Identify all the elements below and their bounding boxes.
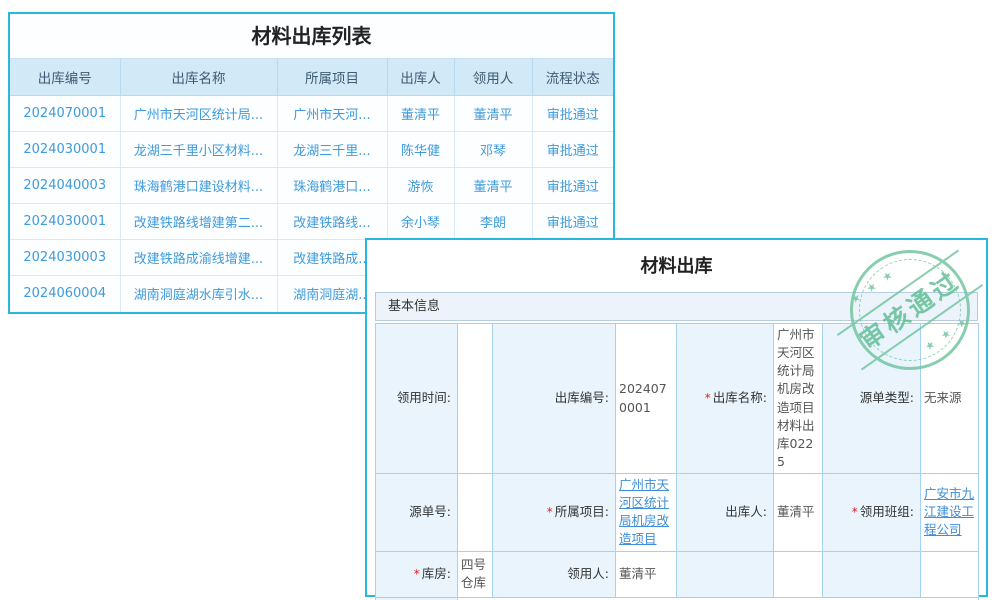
table-row[interactable]: 2024070001 广州市天河区统计局... 广州市天河... 董清平 董清平… [10,96,613,132]
detail-title: 材料出库 [375,240,978,292]
label-issuer: 出库人: [677,474,774,552]
cell-receiver: 邓琴 [454,132,532,168]
required-marker: * [705,391,711,405]
label-text: 所属项目: [555,504,609,519]
cell-receiver: 李朗 [454,204,532,240]
cell-receiver: 董清平 [454,168,532,204]
cell-outbound-no[interactable]: 2024030003 [10,240,120,276]
list-header-row: 出库编号 出库名称 所属项目 出库人 领用人 流程状态 [10,59,613,96]
cell-project: 珠海鹤港口... [277,168,387,204]
value-outbound-no: 2024070001 [616,324,677,474]
value-collect-time [458,324,493,474]
table-row[interactable]: 2024040003 珠海鹤港口建设材料... 珠海鹤港口... 游恢 董清平 … [10,168,613,204]
cell-outbound-no[interactable]: 2024040003 [10,168,120,204]
cell-outbound-name: 珠海鹤港口建设材料... [120,168,277,204]
column-header-project: 所属项目 [277,59,387,96]
value-warehouse: 四号仓库 [458,551,493,597]
cell-outbound-name: 广州市天河区统计局... [120,96,277,132]
status-badge: 审批通过 [532,96,613,132]
table-row[interactable]: 2024030001 龙湖三千里小区材料... 龙湖三千里... 陈华健 邓琴 … [10,132,613,168]
required-marker: * [414,567,420,581]
cell-project: 龙湖三千里... [277,132,387,168]
cell-project: 广州市天河... [277,96,387,132]
column-header-receiver: 领用人 [454,59,532,96]
cell-outbound-no[interactable]: 2024070001 [10,96,120,132]
cell-issuer: 游恢 [387,168,454,204]
value-source-type: 无来源 [921,324,979,474]
cell-outbound-name: 龙湖三千里小区材料... [120,132,277,168]
list-title: 材料出库列表 [10,14,613,58]
label-empty [823,551,921,597]
section-basic-info: 基本信息 [375,292,978,321]
label-collect-time: 领用时间: [376,324,458,474]
cell-outbound-no[interactable]: 2024030001 [10,204,120,240]
label-text: 领用班组: [860,504,914,519]
status-badge: 审批通过 [532,132,613,168]
label-receiving-team: *领用班组: [823,474,921,552]
column-header-status: 流程状态 [532,59,613,96]
label-text: 库房: [422,566,451,581]
outbound-detail-form: 领用时间: 出库编号: 2024070001 *出库名称: 广州市天河区统计局机… [375,323,979,600]
label-empty [677,551,774,597]
label-source-no: 源单号: [376,474,458,552]
app-canvas: 材料出库列表 出库编号 出库名称 所属项目 出库人 领用人 流程状态 20240… [0,0,1000,600]
value-receiver: 董清平 [616,551,677,597]
column-header-issuer: 出库人 [387,59,454,96]
cell-receiver: 董清平 [454,96,532,132]
form-row: 源单号: *所属项目: 广州市天河区统计局机房改造项目 出库人: 董清平 *领用… [376,474,979,552]
receiving-team-link[interactable]: 广安市九江建设工程公司 [924,486,974,537]
label-warehouse: *库房: [376,551,458,597]
value-empty [774,551,823,597]
value-outbound-name: 广州市天河区统计局机房改造项目材料出库0225 [774,324,823,474]
status-badge: 审批通过 [532,168,613,204]
label-text: 出库名称: [713,390,767,405]
cell-issuer: 董清平 [387,96,454,132]
form-row: *库房: 四号仓库 领用人: 董清平 [376,551,979,597]
label-source-type: 源单类型: [823,324,921,474]
status-badge: 审批通过 [532,204,613,240]
column-header-outbound-name: 出库名称 [120,59,277,96]
cell-outbound-no[interactable]: 2024060004 [10,276,120,312]
label-receiver: 领用人: [493,551,616,597]
label-outbound-no: 出库编号: [493,324,616,474]
value-receiving-team: 广安市九江建设工程公司 [921,474,979,552]
required-marker: * [852,505,858,519]
value-project: 广州市天河区统计局机房改造项目 [616,474,677,552]
table-row[interactable]: 2024030001 改建铁路线增建第二... 改建铁路线... 余小琴 李朗 … [10,204,613,240]
project-link[interactable]: 广州市天河区统计局机房改造项目 [619,477,669,546]
label-outbound-name: *出库名称: [677,324,774,474]
label-project: *所属项目: [493,474,616,552]
cell-outbound-name: 改建铁路成渝线增建... [120,240,277,276]
form-row: 领用时间: 出库编号: 2024070001 *出库名称: 广州市天河区统计局机… [376,324,979,474]
outbound-detail-panel: 材料出库 基本信息 领用时间: 出库编号: 2024070001 *出库名称: … [365,238,988,597]
value-empty [921,551,979,597]
cell-outbound-name: 湖南洞庭湖水库引水... [120,276,277,312]
value-issuer: 董清平 [774,474,823,552]
value-source-no [458,474,493,552]
cell-issuer: 余小琴 [387,204,454,240]
cell-outbound-name: 改建铁路线增建第二... [120,204,277,240]
cell-outbound-no[interactable]: 2024030001 [10,132,120,168]
required-marker: * [547,505,553,519]
cell-project: 改建铁路线... [277,204,387,240]
column-header-outbound-no: 出库编号 [10,59,120,96]
cell-issuer: 陈华健 [387,132,454,168]
